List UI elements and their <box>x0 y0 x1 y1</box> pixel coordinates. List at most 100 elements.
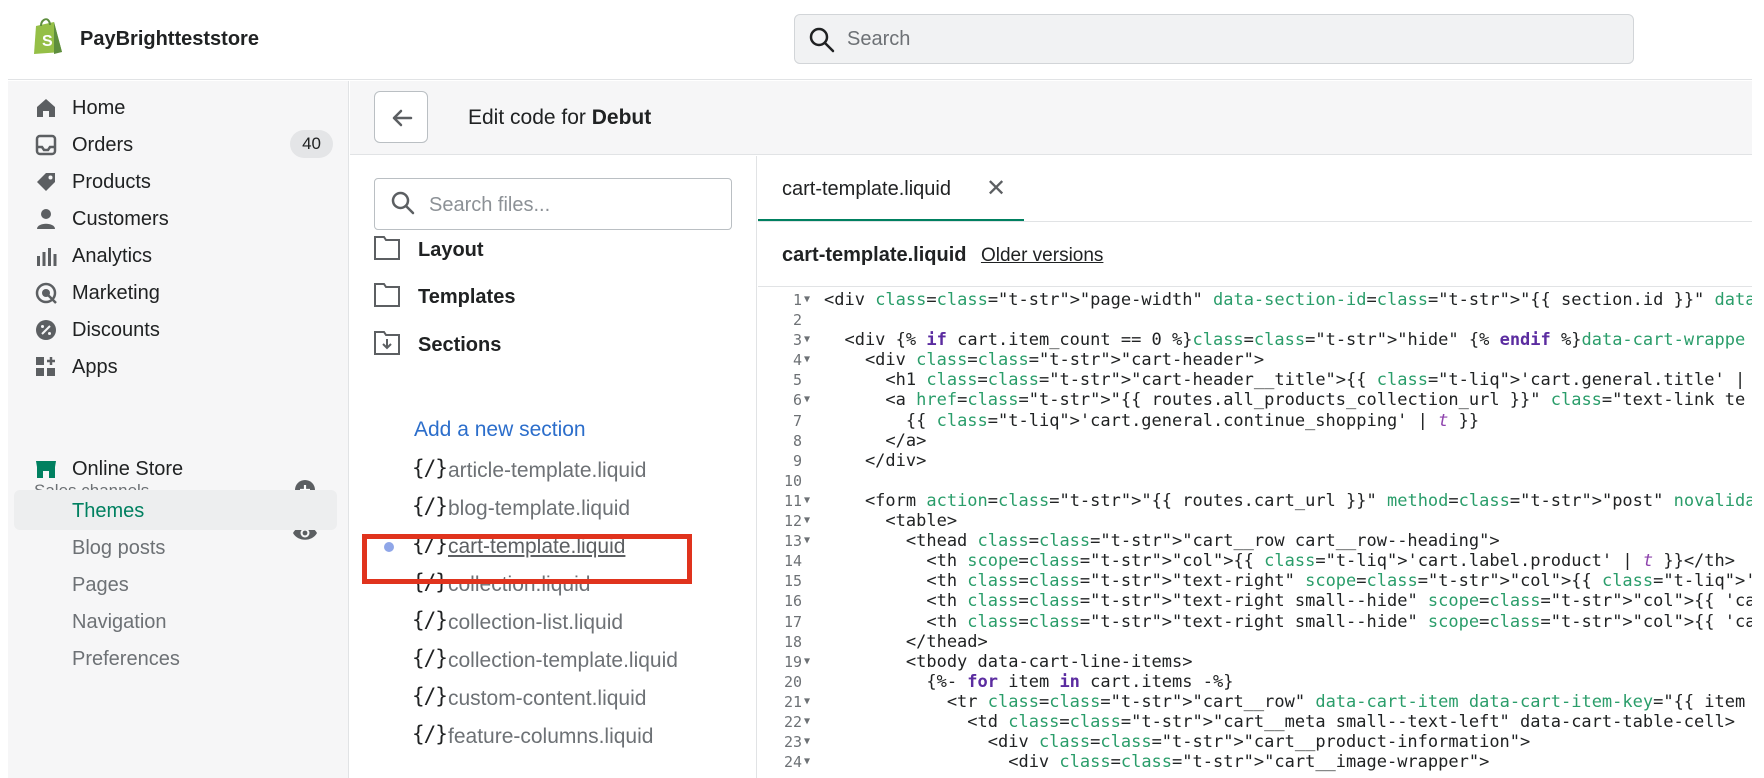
file-search[interactable] <box>374 178 732 230</box>
nav-item-label: Marketing <box>72 282 160 304</box>
tag-icon <box>37 173 55 191</box>
store-name[interactable]: PayBrightteststore <box>80 28 259 51</box>
fold-toggle-icon[interactable]: ▼ <box>804 330 816 350</box>
code-line[interactable]: 8 </a> <box>758 431 1752 451</box>
nav-item-apps[interactable]: Apps <box>8 346 349 386</box>
file-label: custom-content.liquid <box>448 687 647 710</box>
code-text: {%- for item in cart.items -%} <box>824 671 1234 692</box>
code-line[interactable]: 19 ▼ <tbody data-cart-line-items> <box>758 652 1752 672</box>
folder-templates[interactable]: Templates <box>372 276 732 316</box>
shopify-logo-icon[interactable]: S <box>30 16 66 56</box>
nav-item-analytics[interactable]: Analytics <box>8 235 349 275</box>
nav-item-customers[interactable]: Customers <box>8 198 349 238</box>
left-navigation: Home Orders 40 Products Customers Analyt… <box>8 81 349 778</box>
file-custom-content[interactable]: {/} custom-content.liquid <box>412 678 732 716</box>
nav-item-label: Orders <box>72 134 134 156</box>
folder-sections[interactable]: Sections <box>372 324 732 364</box>
code-line[interactable]: 17 <th class=class="t-str">"text-right s… <box>758 612 1752 632</box>
code-text: <form action=class="t-str">"{{ routes.ca… <box>824 490 1752 511</box>
code-line[interactable]: 24 ▼ <div class=class="t-str">"cart__imag… <box>758 752 1752 772</box>
folder-icon <box>374 283 400 307</box>
code-text: <thead class=class="t-str">"cart__row ca… <box>824 531 1500 552</box>
file-label: collection-template.liquid <box>448 649 678 672</box>
fold-toggle-icon[interactable]: ▼ <box>804 712 816 732</box>
code-line[interactable]: 13 ▼ <thead class=class="t-str">"cart__ro… <box>758 531 1752 551</box>
nav-subitem-navigation[interactable]: Navigation <box>14 601 337 641</box>
code-line[interactable]: 16 <th class=class="t-str">"text-right s… <box>758 591 1752 611</box>
file-label: blog-template.liquid <box>448 497 631 520</box>
code-line[interactable]: 14 <th scope=class="t-str">"col">{{ clas… <box>758 551 1752 571</box>
folder-open-icon <box>374 331 400 355</box>
file-collection-list[interactable]: {/} collection-list.liquid <box>412 602 732 640</box>
code-line[interactable]: 6 ▼ <a href=class="t-str">"{{ routes.all_… <box>758 390 1752 410</box>
code-line[interactable]: 12 ▼ <table> <box>758 511 1752 531</box>
folder-icon <box>374 236 400 260</box>
file-feature-columns[interactable]: {/} feature-columns.liquid <box>412 716 732 754</box>
code-line[interactable]: 11 ▼ <form action=class="t-str">"{{ route… <box>758 491 1752 511</box>
file-blog-template[interactable]: {/} blog-template.liquid <box>412 488 732 526</box>
code-file-icon: {/} <box>412 646 448 670</box>
code-line[interactable]: 20 {%- for item in cart.items -%} <box>758 672 1752 692</box>
code-area[interactable]: 1 ▼ <div class=class="t-str">"page-width" … <box>758 290 1752 772</box>
nav-item-home[interactable]: Home <box>8 87 349 127</box>
global-search[interactable] <box>794 14 1634 64</box>
code-line[interactable]: 22 ▼ <td class=class="t-str">"cart__meta … <box>758 712 1752 732</box>
fold-toggle-icon[interactable]: ▼ <box>804 350 816 370</box>
file-label: feature-columns.liquid <box>448 725 654 748</box>
close-icon[interactable]: ✕ <box>986 174 1006 203</box>
file-search-input[interactable] <box>429 191 719 219</box>
file-article-template[interactable]: {/} article-template.liquid <box>412 450 732 488</box>
nav-subitem-themes[interactable]: Themes <box>14 490 337 530</box>
add-new-section-link[interactable]: Add a new section <box>414 418 586 442</box>
nav-item-online-store[interactable]: Online Store <box>8 448 349 488</box>
code-line[interactable]: 23 ▼ <div class=class="t-str">"cart__prod… <box>758 732 1752 752</box>
code-line[interactable]: 7 {{ class="t-liq">'cart.general.continu… <box>758 411 1752 431</box>
nav-subitem-pages[interactable]: Pages <box>14 564 337 604</box>
code-line[interactable]: 1 ▼ <div class=class="t-str">"page-width" … <box>758 290 1752 310</box>
nav-subitem-label: Themes <box>72 500 145 522</box>
fold-toggle-icon[interactable]: ▼ <box>804 752 816 772</box>
nav-item-orders[interactable]: Orders 40 <box>8 124 349 164</box>
code-line[interactable]: 3 ▼ <div {% if cart.item_count == 0 %}cla… <box>758 330 1752 350</box>
fold-toggle-icon[interactable]: ▼ <box>804 652 816 672</box>
code-text: <div class=class="t-str">"cart__image-wr… <box>824 752 1490 773</box>
fold-toggle-icon[interactable]: ▼ <box>804 692 816 712</box>
code-text: <div {% if cart.item_count == 0 %}class=… <box>824 330 1746 351</box>
code-line[interactable]: 9 </div> <box>758 451 1752 471</box>
fold-toggle-icon[interactable]: ▼ <box>804 290 816 310</box>
code-line[interactable]: 18 </thead> <box>758 632 1752 652</box>
fold-toggle-icon[interactable]: ▼ <box>804 531 816 551</box>
nav-item-products[interactable]: Products <box>8 161 349 201</box>
line-number: 22 <box>783 712 802 731</box>
nav-item-marketing[interactable]: Marketing <box>8 272 349 312</box>
edit-code-header: Edit code for Debut <box>350 81 1752 155</box>
line-number: 14 <box>783 552 802 571</box>
orders-icon <box>35 134 57 156</box>
code-line[interactable]: 10 <box>758 471 1752 491</box>
fold-toggle-icon[interactable]: ▼ <box>804 732 816 752</box>
theme-name: Debut <box>591 106 652 129</box>
fold-toggle-icon[interactable]: ▼ <box>804 511 816 531</box>
fold-toggle-icon[interactable]: ▼ <box>804 390 816 410</box>
code-line[interactable]: 5 <h1 class=class="t-str">"cart-header__… <box>758 370 1752 390</box>
code-line[interactable]: 21 ▼ <tr class=class="t-str">"cart__row" … <box>758 692 1752 712</box>
back-button[interactable] <box>374 91 428 143</box>
tab-cart-template[interactable]: cart-template.liquid ✕ <box>758 156 1024 222</box>
line-number: 3 <box>792 331 802 350</box>
file-info-bar: cart-template.liquid Older versions <box>782 244 1103 267</box>
code-line[interactable]: 2 <box>758 310 1752 330</box>
older-versions-link[interactable]: Older versions <box>981 245 1104 266</box>
file-collection-template[interactable]: {/} collection-template.liquid <box>412 640 732 678</box>
fold-toggle-icon[interactable]: ▼ <box>804 491 816 511</box>
code-text: <tbody data-cart-line-items> <box>824 651 1193 672</box>
nav-item-label: Home <box>72 97 126 119</box>
nav-item-discounts[interactable]: Discounts <box>8 309 349 349</box>
code-line[interactable]: 4 ▼ <div class=class="t-str">"cart-header… <box>758 350 1752 370</box>
folder-layout[interactable]: Layout <box>372 229 732 269</box>
search-input[interactable] <box>847 25 1607 53</box>
line-number: 6 <box>792 391 802 410</box>
nav-subitem-preferences[interactable]: Preferences <box>14 638 337 678</box>
code-line[interactable]: 15 <th class=class="t-str">"text-right" … <box>758 571 1752 591</box>
svg-text:S: S <box>42 33 53 50</box>
nav-subitem-blog-posts[interactable]: Blog posts <box>14 527 337 567</box>
